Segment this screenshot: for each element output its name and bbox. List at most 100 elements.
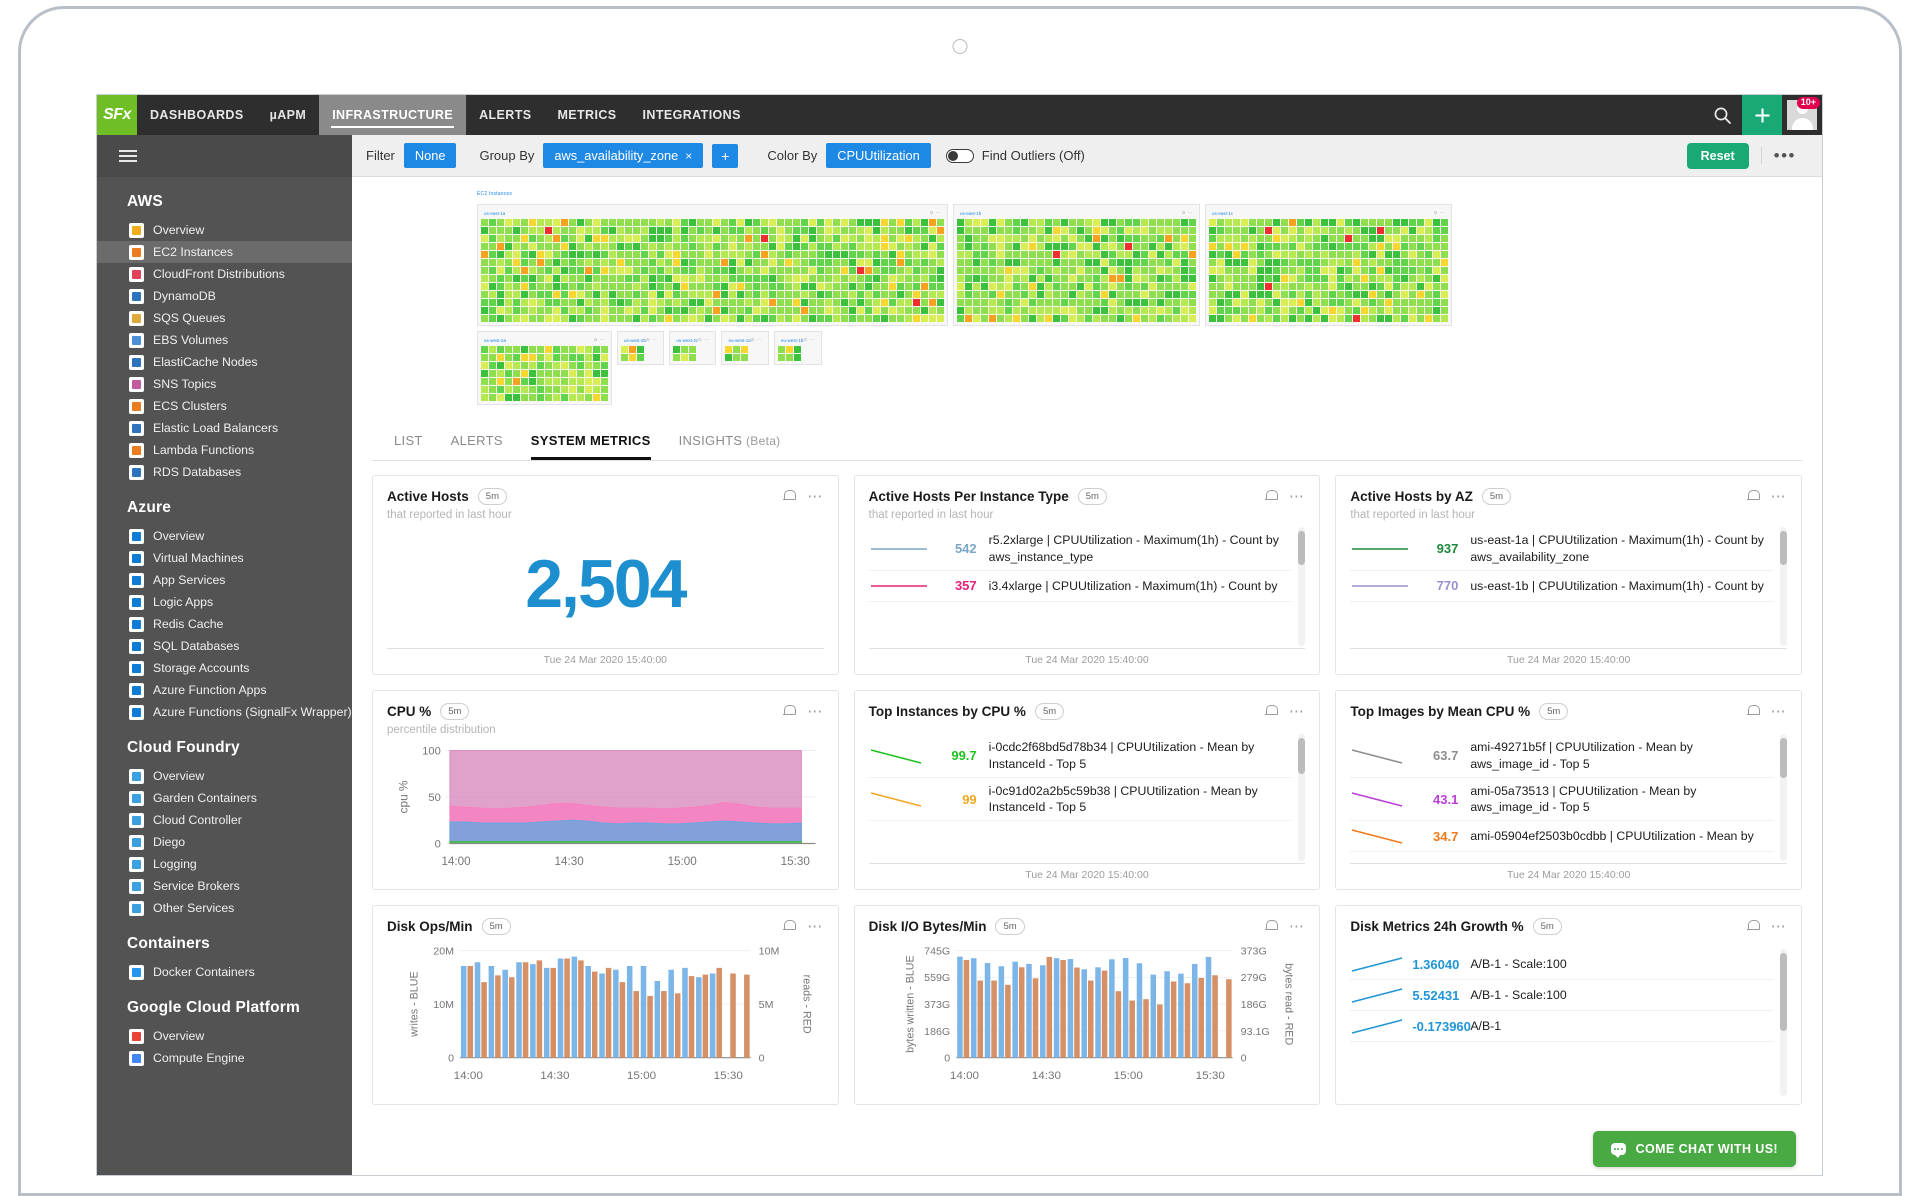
heatmap-cell[interactable] [737, 315, 744, 322]
bar-bytes_read[interactable] [1005, 985, 1011, 1058]
legend-list[interactable]: 542 r5.2xlarge | CPUUtilization - Maximum… [869, 527, 1306, 646]
heatmap-cell[interactable] [785, 259, 792, 266]
heatmap-cell[interactable] [769, 283, 776, 290]
heatmap-cell[interactable] [1281, 243, 1288, 250]
heatmap-cell[interactable] [921, 299, 928, 306]
heatmap-cell[interactable] [1441, 235, 1448, 242]
heatmap-cell[interactable] [561, 275, 568, 282]
heatmap-cell[interactable] [481, 354, 488, 361]
heatmap-cell[interactable] [769, 307, 776, 314]
heatmap-cell[interactable] [1233, 267, 1240, 274]
heatmap-cell[interactable] [553, 243, 560, 250]
heatmap-cell[interactable] [1141, 315, 1148, 322]
heatmap-cell[interactable] [809, 243, 816, 250]
heatmap-cell[interactable] [1369, 299, 1376, 306]
heatmap-cell[interactable] [1125, 267, 1132, 274]
heatmap-cell[interactable] [1361, 267, 1368, 274]
heatmap-cell[interactable] [809, 235, 816, 242]
heatmap-cell[interactable] [1297, 251, 1304, 258]
heatmap-cell[interactable] [721, 243, 728, 250]
heatmap-cell[interactable] [545, 283, 552, 290]
heatmap-cell[interactable] [1409, 315, 1416, 322]
heatmap-cell[interactable] [1013, 299, 1020, 306]
heatmap-cell[interactable] [1361, 315, 1368, 322]
bar-bytes_read[interactable] [1129, 1001, 1135, 1058]
heatmap-cell[interactable] [601, 315, 608, 322]
bar-reads[interactable] [550, 968, 556, 1058]
heatmap-cell[interactable] [641, 315, 648, 322]
heatmap-cell[interactable] [601, 346, 608, 353]
bar-bytes_read[interactable] [1060, 960, 1066, 1058]
heatmap-cell[interactable] [585, 251, 592, 258]
heatmap-cell[interactable] [633, 307, 640, 314]
heatmap-cell[interactable] [1233, 299, 1240, 306]
heatmap-cell[interactable] [697, 235, 704, 242]
heatmap-cell[interactable] [1225, 315, 1232, 322]
heatmap-cell[interactable] [849, 243, 856, 250]
legend-row[interactable]: 34.7 ami-05904ef2503b0cdbb | CPUUtilizati… [1350, 821, 1773, 852]
heatmap-cell[interactable] [577, 267, 584, 274]
heatmap-cell[interactable] [1149, 275, 1156, 282]
heatmap-cell[interactable] [841, 251, 848, 258]
heatmap-cell[interactable] [649, 251, 656, 258]
heatmap-cell[interactable] [601, 299, 608, 306]
heatmap-cell[interactable] [817, 235, 824, 242]
heatmap-cell[interactable] [713, 275, 720, 282]
heatmap-cell[interactable] [537, 243, 544, 250]
heatmap-cell[interactable] [545, 354, 552, 361]
sidebar-item-lambda-functions[interactable]: Lambda Functions [97, 439, 352, 461]
heatmap-cell[interactable] [657, 275, 664, 282]
heatmap-cell[interactable] [1045, 219, 1052, 226]
heatmap-cell[interactable] [1125, 275, 1132, 282]
heatmap-cell[interactable] [1157, 235, 1164, 242]
heatmap-cell[interactable] [1313, 219, 1320, 226]
heatmap-cell[interactable] [545, 267, 552, 274]
heatmap-cell[interactable] [1361, 227, 1368, 234]
heatmap-cell[interactable] [833, 259, 840, 266]
sidebar-item-ecs-clusters[interactable]: ECS Clusters [97, 395, 352, 417]
heatmap-cell[interactable] [625, 283, 632, 290]
heatmap-cell[interactable] [1109, 243, 1116, 250]
heatmap-cell[interactable] [777, 299, 784, 306]
heatmap-cell[interactable] [981, 275, 988, 282]
heatmap-cell[interactable] [1337, 299, 1344, 306]
heatmap-cell[interactable] [1441, 299, 1448, 306]
heatmap-cell[interactable] [1321, 291, 1328, 298]
heatmap-cell[interactable] [681, 235, 688, 242]
heatmap-cell[interactable] [1101, 307, 1108, 314]
heatmap-cell[interactable] [521, 386, 528, 393]
heatmap-cell[interactable] [817, 283, 824, 290]
heatmap-cell[interactable] [809, 299, 816, 306]
bar-bytes_read[interactable] [963, 960, 969, 1058]
heatmap-cell[interactable] [1425, 291, 1432, 298]
heatmap-cell[interactable] [513, 291, 520, 298]
heatmap-cell[interactable] [513, 235, 520, 242]
heatmap-cell[interactable] [1425, 251, 1432, 258]
heatmap-cell[interactable] [609, 235, 616, 242]
heatmap-cell[interactable] [1289, 227, 1296, 234]
heatmap-cell[interactable] [641, 235, 648, 242]
heatmap-cell[interactable] [841, 299, 848, 306]
heatmap-cell[interactable] [1305, 283, 1312, 290]
heatmap-cell[interactable] [737, 291, 744, 298]
heatmap-cell[interactable] [1329, 307, 1336, 314]
heatmap-cell[interactable] [593, 267, 600, 274]
heatmap-cell[interactable] [1313, 299, 1320, 306]
heatmap-cell[interactable] [665, 283, 672, 290]
tab-insights[interactable]: INSIGHTS (Beta) [679, 433, 781, 460]
heatmap-cell[interactable] [1273, 291, 1280, 298]
heatmap-cell[interactable] [1297, 235, 1304, 242]
heatmap-cell[interactable] [1369, 283, 1376, 290]
heatmap-cell[interactable] [593, 362, 600, 369]
heatmap-cell[interactable] [1045, 259, 1052, 266]
heatmap-cell[interactable] [817, 291, 824, 298]
heatmap-cell[interactable] [1101, 315, 1108, 322]
heatmap-cell[interactable] [1353, 315, 1360, 322]
heatmap-cell[interactable] [673, 315, 680, 322]
heatmap-cell[interactable] [1037, 251, 1044, 258]
heatmap-cell[interactable] [569, 267, 576, 274]
heatmap-cell[interactable] [793, 315, 800, 322]
heatmap-cell[interactable] [889, 315, 896, 322]
heatmap-cell[interactable] [1077, 315, 1084, 322]
heatmap-cell[interactable] [1281, 227, 1288, 234]
